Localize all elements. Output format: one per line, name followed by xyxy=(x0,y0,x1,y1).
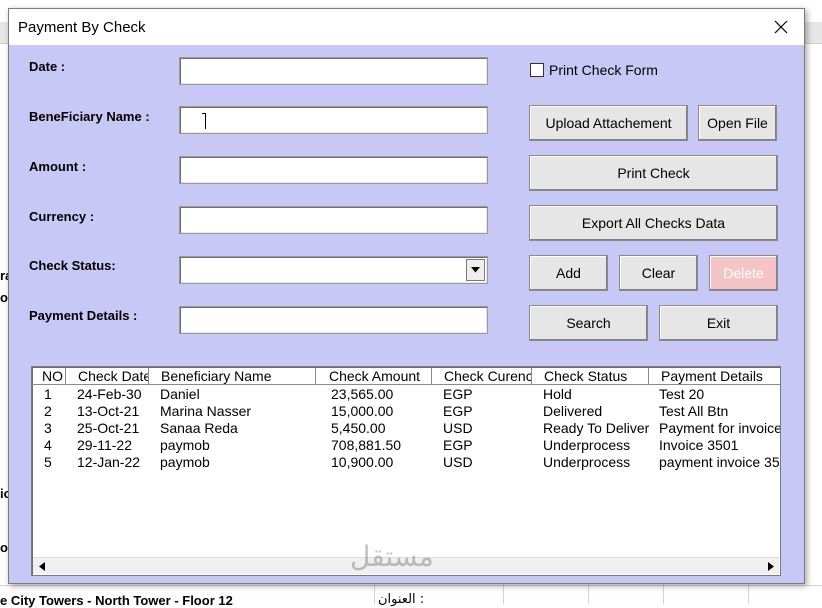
amount-input[interactable] xyxy=(180,157,487,183)
cell-check-date: 12-Jan-22 xyxy=(77,454,141,470)
payment-details-field[interactable] xyxy=(179,306,488,334)
delete-button[interactable]: Delete xyxy=(709,255,778,291)
dialog-titlebar[interactable]: Payment By Check xyxy=(9,9,804,45)
search-button[interactable]: Search xyxy=(529,305,648,341)
cell-status: Hold xyxy=(543,386,572,402)
cell-check-date: 24-Feb-30 xyxy=(77,386,142,402)
beneficiary-field[interactable] xyxy=(179,106,488,134)
amount-field[interactable] xyxy=(179,156,488,184)
cell-currency: USD xyxy=(443,420,473,436)
cell-status: Ready To Deliver xyxy=(543,420,649,436)
close-button[interactable] xyxy=(758,9,804,45)
cell-check-date: 29-11-22 xyxy=(77,437,133,453)
check-status-input[interactable] xyxy=(180,257,487,283)
date-label: Date : xyxy=(29,59,66,74)
table-row[interactable]: 3 25-Oct-21 Sanaa Reda 5,450.00 USD Read… xyxy=(32,420,780,437)
check-status-combo[interactable] xyxy=(179,256,488,284)
payment-details-label: Payment Details : xyxy=(29,308,138,323)
cell-beneficiary: paymob xyxy=(160,437,210,453)
table-row[interactable]: 1 24-Feb-30 Daniel 23,565.00 EGP Hold Te… xyxy=(32,386,780,403)
column-header[interactable]: Check Status xyxy=(542,368,649,385)
column-header[interactable]: Check Curency xyxy=(442,368,532,385)
cell-amount: 23,565.00 xyxy=(331,386,394,402)
scroll-right-button[interactable] xyxy=(762,558,779,575)
close-icon xyxy=(774,20,788,34)
cell-no: 1 xyxy=(44,386,52,402)
sheet-arabic-label: العنوان : xyxy=(378,592,425,607)
cell-details: Invoice 3501 xyxy=(659,437,739,453)
cell-currency: USD xyxy=(443,454,473,470)
dropdown-button[interactable] xyxy=(466,259,485,281)
column-header[interactable]: Beneficiary Name xyxy=(159,368,316,385)
beneficiary-input[interactable] xyxy=(180,107,487,133)
sheet-gridline xyxy=(0,585,822,586)
cell-currency: EGP xyxy=(443,437,473,453)
add-button[interactable]: Add xyxy=(529,255,608,291)
payment-details-input[interactable] xyxy=(180,307,487,333)
cell-no: 2 xyxy=(44,403,52,419)
cell-amount: 10,900.00 xyxy=(331,454,394,470)
cell-beneficiary: Sanaa Reda xyxy=(160,420,238,436)
cell-no: 3 xyxy=(44,420,52,436)
clear-button[interactable]: Clear xyxy=(619,255,698,291)
cell-amount: 5,450.00 xyxy=(331,420,386,436)
cell-details: Test All Btn xyxy=(659,403,729,419)
dialog-title: Payment By Check xyxy=(18,19,146,36)
print-check-button[interactable]: Print Check xyxy=(529,155,778,191)
date-field[interactable] xyxy=(179,57,488,85)
watermark-text: مستقل xyxy=(350,540,434,573)
cell-amount: 15,000.00 xyxy=(331,403,394,419)
print-check-form-label: Print Check Form xyxy=(549,62,658,78)
sheet-text: o xyxy=(0,540,8,555)
cell-currency: EGP xyxy=(443,403,473,419)
print-check-form-checkbox[interactable]: Print Check Form xyxy=(530,62,658,78)
amount-label: Amount : xyxy=(29,159,87,174)
payment-by-check-dialog: Payment By Check Date : BeneFiciary Name… xyxy=(8,8,805,584)
sheet-text: o xyxy=(0,290,8,305)
beneficiary-label: BeneFiciary Name : xyxy=(29,109,150,124)
watermark-logo: مستقل xyxy=(350,540,434,573)
cell-currency: EGP xyxy=(443,386,473,402)
column-header[interactable]: Check Date xyxy=(76,368,149,385)
column-header[interactable]: Payment Details xyxy=(659,368,780,385)
cell-details: Payment for invoice xyxy=(659,420,781,436)
exit-button[interactable]: Exit xyxy=(659,305,778,341)
cell-beneficiary: paymob xyxy=(160,454,210,470)
cell-amount: 708,881.50 xyxy=(331,437,402,453)
date-input[interactable] xyxy=(180,58,487,84)
currency-field[interactable] xyxy=(179,206,488,234)
cell-details: Test 20 xyxy=(659,386,705,402)
table-row[interactable]: 4 29-11-22 paymob 708,881.50 EGP Underpr… xyxy=(32,437,780,454)
arrow-left-icon xyxy=(38,562,45,571)
chevron-down-icon xyxy=(471,267,480,273)
cell-beneficiary: Daniel xyxy=(160,386,200,402)
currency-label: Currency : xyxy=(29,209,95,224)
cell-check-date: 13-Oct-21 xyxy=(77,403,140,419)
arrow-right-icon xyxy=(767,562,774,571)
checkbox-box[interactable] xyxy=(530,63,544,77)
currency-input[interactable] xyxy=(180,207,487,233)
cell-no: 4 xyxy=(44,437,52,453)
list-header: NO Check Date Beneficiary Name Check Amo… xyxy=(32,368,780,385)
table-row[interactable]: 2 13-Oct-21 Marina Nasser 15,000.00 EGP … xyxy=(32,403,780,420)
sheet-address-text: e City Towers - North Tower - Floor 12 xyxy=(0,593,233,608)
open-file-button[interactable]: Open File xyxy=(698,105,777,141)
column-header[interactable]: Check Amount xyxy=(327,368,432,385)
upload-attachment-button[interactable]: Upload Attachement xyxy=(529,105,688,141)
cell-status: Underprocess xyxy=(543,437,631,453)
cell-status: Underprocess xyxy=(543,454,631,470)
cell-no: 5 xyxy=(44,454,52,470)
table-row[interactable]: 5 12-Jan-22 paymob 10,900.00 USD Underpr… xyxy=(32,454,780,471)
cell-status: Delivered xyxy=(543,403,603,419)
text-caret xyxy=(205,113,206,129)
column-header[interactable]: NO xyxy=(40,368,66,385)
scroll-left-button[interactable] xyxy=(33,558,50,575)
cell-beneficiary: Marina Nasser xyxy=(160,403,252,419)
check-status-label: Check Status: xyxy=(29,258,116,273)
cell-check-date: 25-Oct-21 xyxy=(77,420,140,436)
cell-details: payment invoice 35 xyxy=(659,454,780,470)
export-all-checks-button[interactable]: Export All Checks Data xyxy=(529,205,778,241)
